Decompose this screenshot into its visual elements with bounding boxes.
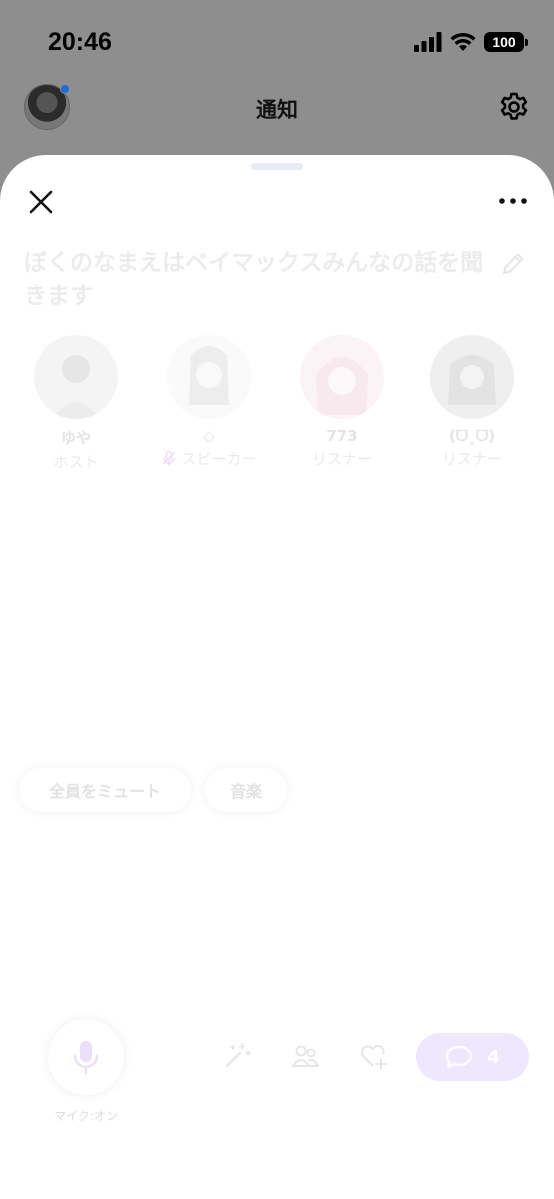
members-list: ゆや ホスト ◇ スピーカー 773 リスナー (ᗜˬᗜ) リスナー xyxy=(0,335,554,475)
battery-level: 100 xyxy=(492,34,516,50)
participants-icon[interactable] xyxy=(290,1041,320,1071)
comments-button[interactable]: 4 xyxy=(416,1033,529,1081)
edit-pencil-icon[interactable] xyxy=(500,251,526,277)
microphone-icon xyxy=(73,1041,99,1075)
settings-gear-icon[interactable] xyxy=(498,91,530,123)
member-avatar xyxy=(34,335,118,419)
member-role: ホスト xyxy=(53,453,99,471)
close-icon[interactable] xyxy=(26,187,56,217)
member-name: (ᗜˬᗜ) xyxy=(448,427,496,445)
member-card[interactable]: ゆや ホスト xyxy=(21,335,131,472)
magic-wand-icon[interactable] xyxy=(222,1041,252,1071)
member-avatar xyxy=(300,335,384,419)
member-name: 773 xyxy=(326,427,358,445)
member-role: リスナー xyxy=(441,450,502,468)
sheet-grabber[interactable] xyxy=(251,163,303,170)
member-avatar xyxy=(430,335,514,419)
status-time: 20:46 xyxy=(48,28,112,56)
mic-muted-icon xyxy=(162,450,177,465)
comment-count: 4 xyxy=(487,1046,500,1068)
battery-indicator: 100 xyxy=(484,32,528,52)
room-title: ぼくのなまえはベイマックスみんなの話を聞きます xyxy=(24,250,484,309)
signal-icon xyxy=(414,32,442,52)
room-sheet: ぼくのなまえはベイマックスみんなの話を聞きます ゆや ホスト ◇ スピーカー 7… xyxy=(0,155,554,1199)
mic-status-label: マイク:オン xyxy=(54,1109,118,1123)
wifi-icon xyxy=(450,32,476,51)
page-title: 通知 xyxy=(256,98,298,122)
member-name: ゆや xyxy=(60,429,91,447)
member-card[interactable]: (ᗜˬᗜ) リスナー xyxy=(417,335,527,469)
heart-plus-icon[interactable] xyxy=(358,1041,388,1071)
member-name: ◇ xyxy=(203,427,215,445)
more-options-icon[interactable] xyxy=(498,191,528,211)
mic-toggle-button[interactable] xyxy=(48,1019,124,1095)
status-bar: 20:46 100 xyxy=(0,0,554,80)
notification-dot xyxy=(60,84,70,94)
member-card[interactable]: ◇ スピーカー xyxy=(154,335,264,469)
member-role-row: スピーカー xyxy=(154,448,264,469)
mute-all-button[interactable]: 全員をミュート xyxy=(19,768,191,812)
member-role: リスナー xyxy=(311,450,372,468)
chat-bubble-icon xyxy=(446,1045,473,1069)
status-icons: 100 xyxy=(414,32,528,52)
member-card[interactable]: 773 リスナー xyxy=(287,335,397,469)
member-avatar xyxy=(167,335,251,419)
music-button[interactable]: 音楽 xyxy=(205,768,287,812)
member-role: スピーカー xyxy=(181,450,257,468)
